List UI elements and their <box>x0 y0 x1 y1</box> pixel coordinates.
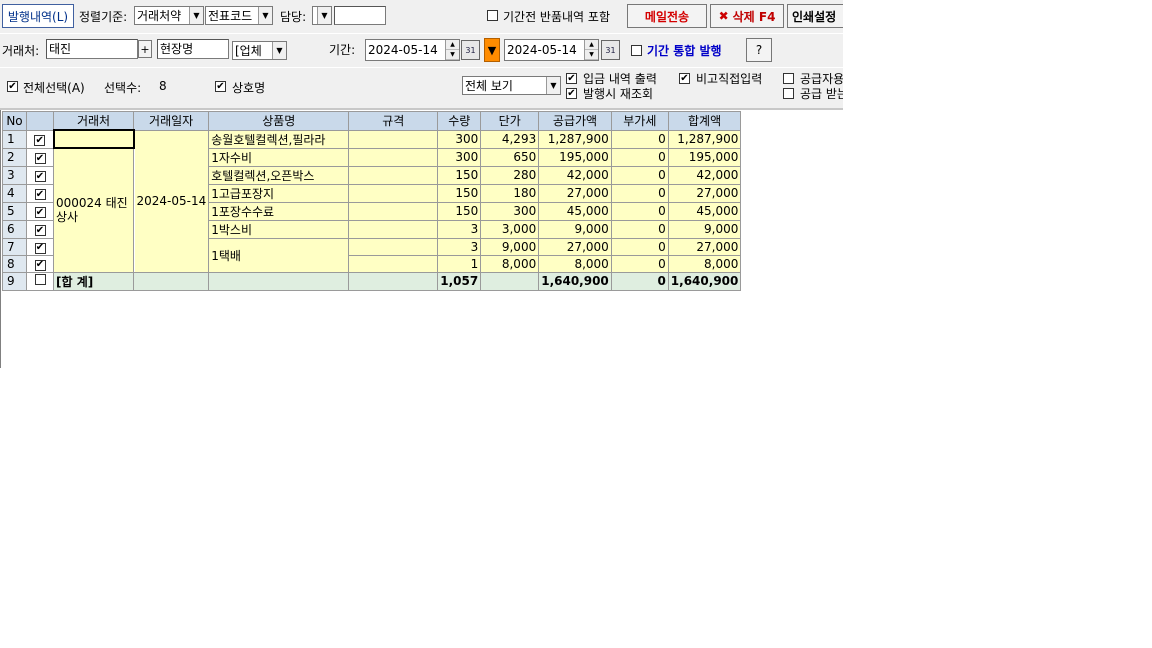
client-cell: 000024 태진상사 <box>53 147 134 273</box>
manager-input[interactable] <box>334 6 386 25</box>
selected-count-value: 8 <box>159 79 167 93</box>
company-name-label: 상호명 <box>232 81 266 95</box>
total-label: [합 계] <box>53 271 134 291</box>
header-date[interactable]: 거래일자 <box>132 111 210 131</box>
total-row: 9 [합 계] 1,057 1,640,900 0 1,640,900 <box>2 271 742 291</box>
select-all-checkbox[interactable]: ✔ <box>7 81 18 92</box>
manager-select[interactable]: ▼ <box>312 6 332 25</box>
header-supply[interactable]: 공급가액 <box>538 111 612 131</box>
date-from-input[interactable]: 2024-05-14 ▲ ▼ <box>365 39 460 61</box>
total-amount: 1,640,900 <box>667 271 742 291</box>
period-merge-label: 기간 통합 발행 <box>647 44 722 58</box>
grid-header: No 거래처 거래일자 상품명 규격 수량 단가 공급가액 부가세 합계액 <box>2 111 742 131</box>
filter-bar: 거래처: 태진 + 현장명 [업체 ▼ 기간: 2024-05-14 ▲ ▼ 31 … <box>0 34 843 67</box>
remark-direct-label: 비고직접입력 <box>696 72 763 86</box>
delete-icon: ✖ <box>718 9 729 23</box>
header-spec[interactable]: 규격 <box>348 111 439 131</box>
product-cell: 호텔컬렉션,오픈박스 <box>208 165 350 185</box>
row-checkbox[interactable]: ✔ <box>34 153 46 165</box>
include-returns-label: 기간전 반품내역 포함 <box>503 10 610 24</box>
header-price[interactable]: 단가 <box>480 111 540 131</box>
client-cell-selected[interactable] <box>52 129 135 149</box>
period-label: 기간: <box>329 43 356 57</box>
select-all-label: 전체선택(A) <box>23 81 85 95</box>
manager-label: 담당: <box>280 10 307 24</box>
period-merge-checkbox[interactable] <box>631 45 642 56</box>
selected-count-label: 선택수: <box>104 81 142 95</box>
row-checkbox[interactable]: ✔ <box>34 207 46 219</box>
divider <box>0 108 843 110</box>
product-cell: 1고급포장지 <box>208 183 350 203</box>
header-vat[interactable]: 부가세 <box>610 111 669 131</box>
print-settings-button[interactable]: 인쇄설정 <box>787 4 843 28</box>
row-checkbox[interactable]: ✔ <box>34 171 46 183</box>
chevron-down-icon: ▼ <box>272 42 286 59</box>
date-to-input[interactable]: 2024-05-14 ▲ ▼ <box>504 39 599 61</box>
grid-left-border <box>0 110 1 368</box>
sort2-select[interactable]: 전표코드 ▼ <box>205 6 273 25</box>
company-name-checkbox[interactable]: ✔ <box>215 81 226 92</box>
receiver-label: 공급 받는 <box>800 87 843 101</box>
reload-label: 발행시 재조회 <box>583 87 654 101</box>
table-row[interactable]: 1 ✔ 2024-05-14 송월호텔컬렉션,필라라 300 4,293 1,2… <box>2 129 742 273</box>
email-send-button[interactable]: 메일전송 <box>627 4 707 28</box>
site-input[interactable]: 현장명 <box>157 39 229 59</box>
calendar-icon[interactable]: 31 <box>601 40 620 60</box>
remark-direct-checkbox[interactable]: ✔ <box>679 73 690 84</box>
deposit-output-checkbox[interactable]: ✔ <box>566 73 577 84</box>
product-cell: 1포장수수료 <box>208 201 350 221</box>
chevron-down-icon: ▼ <box>258 7 272 24</box>
sort1-select[interactable]: 거래처약 ▼ <box>134 6 204 25</box>
date-from-spinner[interactable]: ▲ ▼ <box>445 40 459 60</box>
options-bar: ✔ 전체선택(A) 선택수: 8 ✔ 상호명 전체 보기 ▼ ✔ 입금 내역 출력… <box>0 68 843 108</box>
row-checkbox[interactable]: ✔ <box>34 259 46 271</box>
type-select[interactable]: [업체 ▼ <box>232 41 287 60</box>
date-cell: 2024-05-14 <box>132 129 210 273</box>
include-returns-checkbox[interactable] <box>487 10 498 21</box>
header-product[interactable]: 상품명 <box>208 111 350 131</box>
row-checkbox[interactable]: ✔ <box>34 135 46 147</box>
header-client[interactable]: 거래처 <box>53 111 134 131</box>
chevron-down-icon: ▼ <box>546 77 560 94</box>
product-cell: 1박스비 <box>208 219 350 239</box>
total-row-checkbox[interactable] <box>34 274 46 285</box>
header-check[interactable] <box>26 111 54 131</box>
header-qty[interactable]: 수량 <box>437 111 482 131</box>
chevron-down-icon: ▼ <box>317 7 331 24</box>
header-no[interactable]: No <box>2 111 27 131</box>
copy-date-arrow-icon[interactable]: ▼ <box>484 38 500 62</box>
delete-button[interactable]: ✖ 삭제 F4 <box>710 4 784 28</box>
issue-grid: No 거래처 거래일자 상품명 규격 수량 단가 공급가액 부가세 합계액 1 … <box>2 111 742 291</box>
total-supply: 1,640,900 <box>538 271 612 291</box>
reload-checkbox[interactable]: ✔ <box>566 88 577 99</box>
toolbar: 발행내역(L) 정렬기준: 거래처약 ▼ 전표코드 ▼ 담당: ▼ 기간전 반품내역… <box>0 0 843 33</box>
view-select[interactable]: 전체 보기 ▼ <box>462 76 561 95</box>
product-cell: 1자수비 <box>208 147 350 167</box>
help-button[interactable]: ? <box>746 38 772 62</box>
client-input[interactable]: 태진 <box>46 39 138 59</box>
client-search-button[interactable]: + <box>138 40 152 58</box>
chevron-down-icon: ▼ <box>189 7 203 24</box>
row-checkbox[interactable]: ✔ <box>34 189 46 201</box>
row-checkbox[interactable]: ✔ <box>34 225 46 237</box>
receiver-checkbox[interactable] <box>783 88 794 99</box>
client-label: 거래처: <box>2 44 40 58</box>
supplier-checkbox[interactable] <box>783 73 794 84</box>
header-total[interactable]: 합계액 <box>667 111 742 131</box>
product-cell: 송월호텔컬렉션,필라라 <box>208 129 350 149</box>
date-to-spinner[interactable]: ▲ ▼ <box>584 40 598 60</box>
total-vat: 0 <box>610 271 669 291</box>
sort-label: 정렬기준: <box>79 10 128 24</box>
row-checkbox[interactable]: ✔ <box>34 242 46 254</box>
tab-issue-history[interactable]: 발행내역(L) <box>2 4 74 28</box>
product-cell: 1택배 <box>208 237 350 273</box>
total-qty: 1,057 <box>437 271 482 291</box>
table-row[interactable]: 2 ✔ 000024 태진상사 1자수비 300 650 195,000 0 1… <box>2 147 742 273</box>
calendar-icon[interactable]: 31 <box>461 40 480 60</box>
